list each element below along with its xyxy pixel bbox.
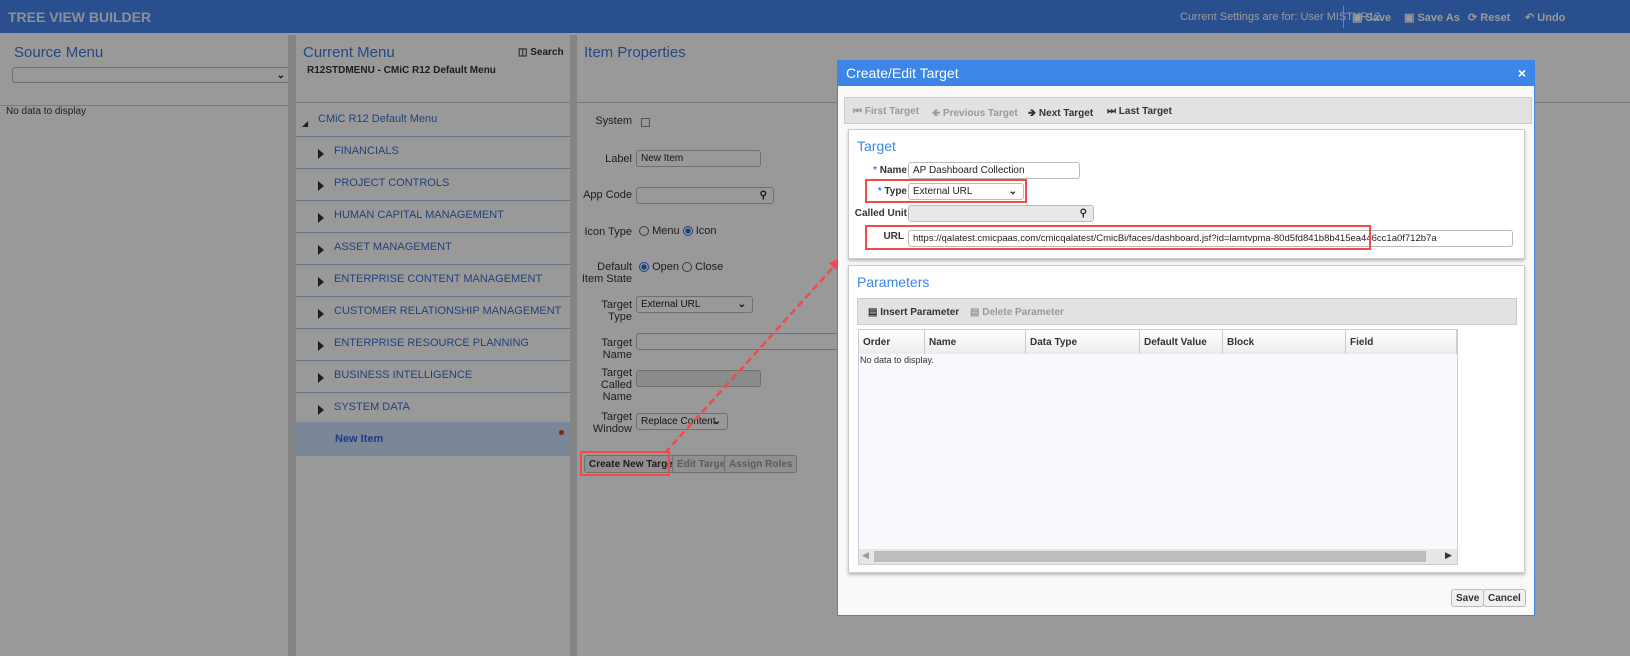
dialog-title: Create/Edit Target: [838, 61, 1534, 86]
highlight-box: [865, 179, 1027, 203]
scroll-right-icon[interactable]: ▶: [1445, 550, 1452, 561]
scroll-left-icon[interactable]: ◀: [862, 550, 869, 561]
last-target-button[interactable]: ⏭ Last Target: [1107, 106, 1172, 117]
insert-parameter-button[interactable]: ▤ Insert Parameter: [868, 307, 959, 318]
search-icon: ⚲: [1079, 208, 1087, 219]
save-button[interactable]: Save: [1451, 589, 1485, 607]
cancel-button[interactable]: Cancel: [1483, 589, 1526, 607]
parameters-toolbar: ▤ Insert Parameter ▤ Delete Parameter: [857, 298, 1517, 325]
parameters-section: Parameters ▤ Insert Parameter ▤ Delete P…: [848, 265, 1525, 573]
create-edit-target-dialog: Create/Edit Target × ⏮ First Target 🡸 Pr…: [837, 60, 1535, 616]
previous-target-button[interactable]: 🡸 Previous Target: [932, 106, 1018, 123]
close-icon[interactable]: ×: [1518, 65, 1526, 81]
scrollbar-thumb[interactable]: [874, 551, 1426, 562]
called-unit-input[interactable]: ⚲: [908, 205, 1094, 222]
highlight-box: [865, 225, 1371, 250]
horizontal-scrollbar[interactable]: ◀ ▶: [859, 549, 1457, 564]
delete-parameter-button[interactable]: ▤ Delete Parameter: [970, 307, 1064, 318]
target-nav-toolbar: ⏮ First Target 🡸 Previous Target 🡺 Next …: [844, 97, 1532, 124]
parameters-table: Order Name Data Type Default Value Block…: [858, 329, 1458, 565]
next-target-button[interactable]: 🡺 Next Target: [1028, 106, 1093, 123]
target-section: Target * Name AP Dashboard Collection * …: [848, 129, 1525, 259]
name-input[interactable]: AP Dashboard Collection: [908, 162, 1080, 179]
first-target-button[interactable]: ⏮ First Target: [853, 106, 919, 117]
